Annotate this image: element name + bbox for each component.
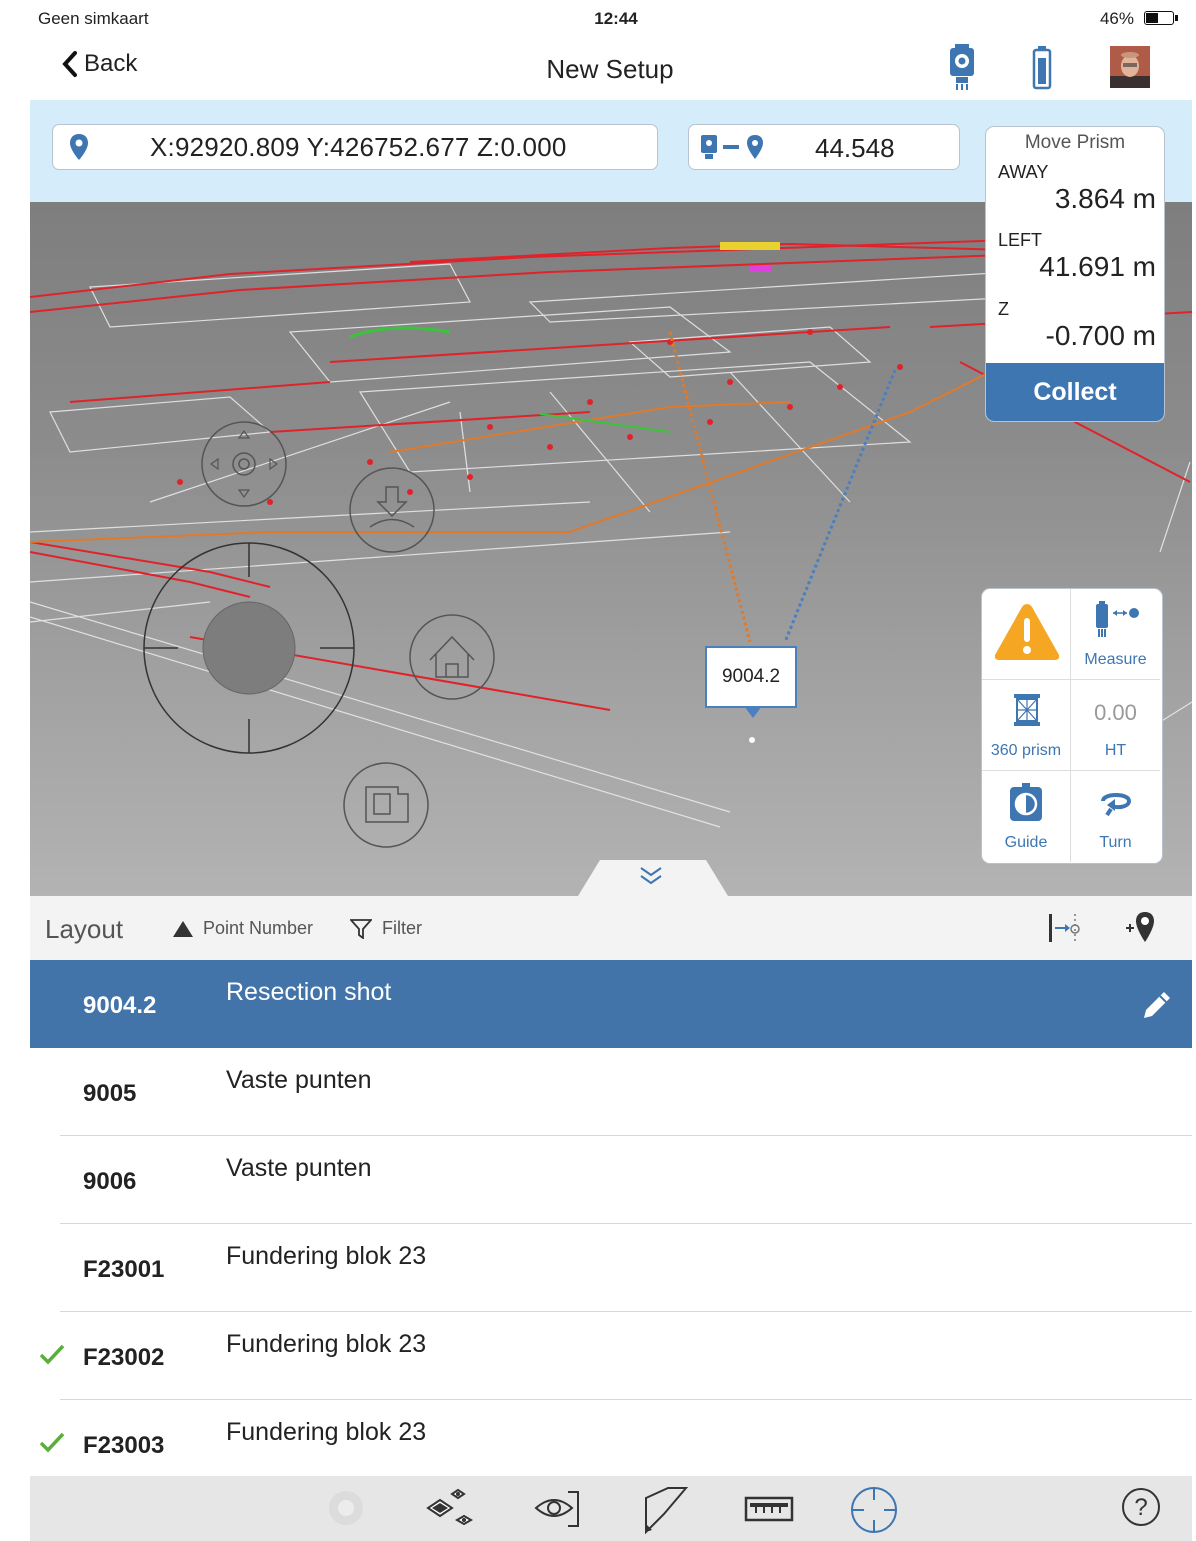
point-id: 9006 bbox=[83, 1168, 137, 1195]
list-item[interactable]: 9006 Vaste punten bbox=[30, 1136, 1192, 1224]
away-value: 3.864 m bbox=[1054, 183, 1156, 214]
list-item[interactable]: F23002 Fundering blok 23 bbox=[30, 1312, 1192, 1400]
point-description: Fundering blok 23 bbox=[226, 1330, 427, 1358]
filter-icon bbox=[350, 918, 372, 939]
point-description: Fundering blok 23 bbox=[226, 1418, 427, 1446]
list-item[interactable]: F23003 Fundering blok 23 bbox=[30, 1400, 1192, 1488]
clock: 12:44 bbox=[594, 9, 638, 28]
battery-icon[interactable] bbox=[1032, 44, 1052, 92]
prism-label: 360 prism bbox=[990, 742, 1062, 759]
point-id: F23001 bbox=[83, 1256, 165, 1283]
ruler-icon[interactable] bbox=[744, 1494, 794, 1524]
point-callout[interactable]: 9004.2 bbox=[705, 646, 797, 718]
status-bar: Geen simkaart 12:44 46% bbox=[0, 0, 1196, 36]
measure-button[interactable]: Measure bbox=[1071, 589, 1160, 680]
target-height-value: 0.00 bbox=[1094, 700, 1137, 725]
turn-label: Turn bbox=[1099, 834, 1132, 851]
z-label: Z bbox=[998, 299, 1009, 319]
point-id: 9005 bbox=[83, 1080, 137, 1107]
avatar[interactable] bbox=[1110, 46, 1150, 88]
selector-icon[interactable] bbox=[326, 1488, 366, 1528]
list-item[interactable]: 9005 Vaste punten bbox=[30, 1048, 1192, 1136]
svg-text:?: ? bbox=[1134, 1494, 1147, 1521]
sort-label: Point Number bbox=[203, 918, 314, 938]
visibility-icon[interactable] bbox=[532, 1486, 584, 1532]
stakeout-icon[interactable] bbox=[1047, 912, 1083, 946]
instrument-to-point-icon bbox=[701, 135, 763, 159]
instrument-tool-grid: Measure 360 prism 0.00 HT Guide Turn bbox=[981, 588, 1163, 864]
checkmark-icon bbox=[39, 1344, 65, 1365]
plan-view-button[interactable] bbox=[343, 762, 429, 848]
target-height-label: HT bbox=[1104, 742, 1127, 759]
measure-label: Measure bbox=[1084, 651, 1147, 668]
coordinate-readout: X:92920.809 Y:426752.677 Z:0.000 bbox=[52, 124, 658, 170]
draw-icon[interactable] bbox=[638, 1484, 690, 1534]
prism-type-button[interactable]: 360 prism bbox=[982, 680, 1071, 771]
target-height-button[interactable]: 0.00 HT bbox=[1071, 680, 1160, 771]
turn-button[interactable]: Turn bbox=[1071, 771, 1160, 862]
bottom-toolbar: ? bbox=[30, 1476, 1192, 1541]
collect-button[interactable]: Collect bbox=[986, 363, 1164, 421]
add-point-icon[interactable] bbox=[1122, 910, 1156, 946]
page-title: New Setup bbox=[546, 54, 674, 84]
warning-button[interactable] bbox=[982, 589, 1071, 680]
collapse-panel-button[interactable] bbox=[578, 860, 728, 896]
filter-button[interactable]: Filter bbox=[350, 918, 422, 939]
layout-toolbar: Layout Point Number Filter bbox=[30, 896, 1192, 961]
layers-icon[interactable] bbox=[426, 1486, 474, 1532]
battery-percentage: 46% bbox=[1099, 9, 1134, 28]
turn-icon bbox=[1101, 793, 1132, 817]
checkmark-icon bbox=[39, 1432, 65, 1453]
point-description: Fundering blok 23 bbox=[226, 1242, 427, 1270]
coordinate-text: X:92920.809 Y:426752.677 Z:0.000 bbox=[150, 131, 567, 162]
guide-icon bbox=[1010, 783, 1042, 821]
left-value: 41.691 m bbox=[1039, 251, 1156, 282]
warning-icon bbox=[994, 604, 1060, 660]
crosshair-icon[interactable] bbox=[848, 1484, 900, 1536]
list-item[interactable]: F23001 Fundering blok 23 bbox=[30, 1224, 1192, 1312]
joystick-control[interactable] bbox=[143, 542, 355, 754]
navigation-bar: Back New Setup bbox=[0, 36, 1196, 100]
sort-up-icon bbox=[173, 920, 193, 937]
guide-button[interactable]: Guide bbox=[982, 771, 1071, 862]
point-id: 9004.2 bbox=[83, 992, 157, 1019]
layout-title: Layout bbox=[45, 914, 124, 944]
point-description: Vaste punten bbox=[226, 1066, 372, 1094]
instrument-icon[interactable] bbox=[948, 44, 976, 92]
pencil-icon[interactable] bbox=[1140, 988, 1174, 1022]
measure-icon bbox=[1096, 601, 1139, 637]
point-id: F23003 bbox=[83, 1432, 165, 1459]
distance-value: 44.548 bbox=[815, 133, 895, 163]
prism-icon bbox=[1014, 694, 1040, 726]
guide-label: Guide bbox=[1004, 834, 1048, 851]
list-item[interactable]: 9004.2 Resection shot bbox=[30, 960, 1192, 1048]
distance-readout: 44.548 bbox=[688, 124, 960, 170]
point-id: F23002 bbox=[83, 1344, 165, 1371]
left-label: LEFT bbox=[998, 230, 1043, 250]
point-description: Vaste punten bbox=[226, 1154, 372, 1182]
battery-status-icon bbox=[1144, 11, 1178, 25]
point-description: Resection shot bbox=[226, 978, 392, 1006]
tilt-down-button[interactable] bbox=[349, 467, 435, 553]
z-value: -0.700 m bbox=[1045, 320, 1157, 351]
help-icon[interactable]: ? bbox=[1120, 1486, 1162, 1528]
sort-by-point-number[interactable]: Point Number bbox=[172, 918, 313, 939]
home-view-button[interactable] bbox=[409, 614, 495, 700]
location-pin-icon bbox=[70, 134, 88, 160]
away-label: AWAY bbox=[998, 162, 1049, 182]
point-list: 9004.2 Resection shot 9005 Vaste punten … bbox=[30, 960, 1192, 1488]
move-prism-panel: Move Prism AWAY 3.864 m LEFT 41.691 m Z … bbox=[985, 126, 1165, 422]
filter-label: Filter bbox=[382, 918, 422, 938]
move-prism-title: Move Prism bbox=[1024, 132, 1126, 153]
